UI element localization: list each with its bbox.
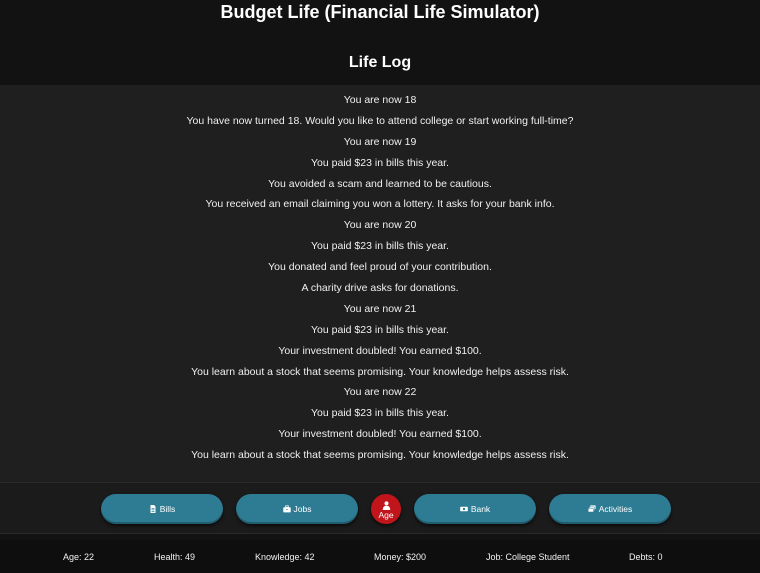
document-icon bbox=[150, 505, 156, 513]
bank-button[interactable]: Bank bbox=[414, 494, 536, 524]
log-title: Life Log bbox=[348, 54, 412, 71]
layers-icon bbox=[587, 505, 596, 513]
log-entry: You learn about a stock that seems promi… bbox=[191, 449, 569, 462]
age-button[interactable]: Age bbox=[371, 494, 401, 524]
log-entry: You paid $23 in bills this year. bbox=[311, 407, 449, 420]
log-entry: You are now 22 bbox=[343, 386, 417, 399]
stat-debts: Debts: 0 bbox=[629, 552, 663, 562]
log-entry: You have now turned 18. Would you like t… bbox=[186, 114, 574, 127]
life-log-panel[interactable]: You are now 18 You have now turned 18. W… bbox=[0, 85, 760, 482]
life-log-list: You are now 18 You have now turned 18. W… bbox=[0, 85, 760, 466]
money-bill-icon bbox=[460, 506, 468, 512]
log-entry: You paid $23 in bills this year. bbox=[311, 156, 449, 169]
stat-age: Age: 22 bbox=[63, 552, 95, 562]
log-entry: Your investment doubled! You earned $100… bbox=[278, 428, 482, 441]
log-entry: You are now 19 bbox=[343, 135, 417, 148]
log-entry: You avoided a scam and learned to be cau… bbox=[268, 177, 492, 190]
jobs-button[interactable]: Jobs bbox=[236, 494, 358, 524]
bank-button-label: Bank bbox=[470, 504, 491, 514]
log-entry: You are now 18 bbox=[343, 94, 417, 106]
age-button-label: Age bbox=[378, 509, 394, 520]
log-entry: You received an email claiming you won a… bbox=[205, 198, 555, 211]
bills-button-label: Bills bbox=[159, 504, 176, 514]
log-entry: You donated and feel proud of your contr… bbox=[268, 261, 492, 274]
log-entry: You paid $23 in bills this year. bbox=[311, 240, 449, 253]
stat-money: Money: $200 bbox=[374, 552, 427, 562]
log-entry: You paid $23 in bills this year. bbox=[311, 323, 449, 336]
activities-button[interactable]: Activities bbox=[549, 494, 671, 524]
log-entry: You are now 21 bbox=[343, 302, 417, 315]
log-entry: A charity drive asks for donations. bbox=[301, 282, 459, 295]
status-bar: Age: 22 Health: 49 Knowledge: 42 Money: … bbox=[0, 540, 760, 573]
stat-health: Health: 49 bbox=[154, 552, 196, 562]
briefcase-icon bbox=[282, 505, 291, 513]
jobs-button-label: Jobs bbox=[293, 504, 312, 514]
app-title: Budget Life (Financial Life Simulator) bbox=[220, 2, 540, 22]
bills-button[interactable]: Bills bbox=[101, 494, 223, 524]
log-entry: You are now 20 bbox=[343, 219, 417, 232]
log-entry: Your investment doubled! You earned $100… bbox=[278, 344, 482, 357]
stat-knowledge: Knowledge: 42 bbox=[255, 552, 315, 562]
stat-job: Job: College Student bbox=[486, 552, 570, 562]
action-bar: Bills Jobs Age Bank Activities bbox=[0, 482, 760, 534]
person-icon bbox=[382, 500, 390, 510]
header: Budget Life (Financial Life Simulator) L… bbox=[0, 0, 760, 85]
log-entry: You learn about a stock that seems promi… bbox=[191, 365, 569, 378]
activities-button-label: Activities bbox=[598, 504, 633, 514]
